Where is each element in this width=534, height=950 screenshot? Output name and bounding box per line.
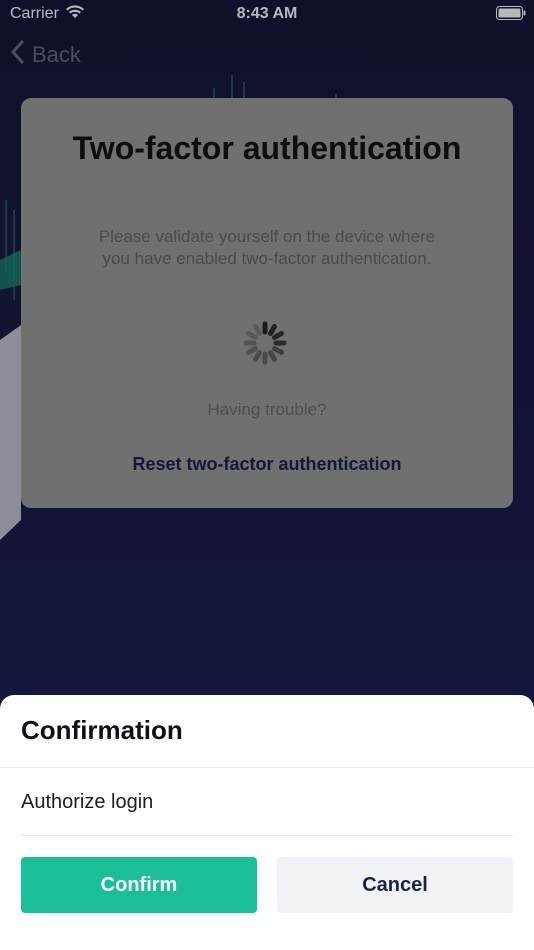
sheet-title: Confirmation xyxy=(21,715,183,745)
two-factor-card: Two-factor authentication Please validat… xyxy=(21,98,513,508)
divider xyxy=(21,835,513,836)
confirm-button[interactable]: Confirm xyxy=(21,857,257,913)
reset-two-factor-link[interactable]: Reset two-factor authentication xyxy=(21,454,513,475)
divider xyxy=(0,767,534,768)
cancel-button[interactable]: Cancel xyxy=(277,857,513,913)
two-factor-title: Two-factor authentication xyxy=(72,130,462,166)
having-trouble-text: Having trouble? xyxy=(207,400,327,419)
two-factor-description: Please validate yourself on the device w… xyxy=(98,227,436,268)
sheet-message: Authorize login xyxy=(21,791,154,813)
confirmation-sheet: Confirmation Authorize login Confirm Can… xyxy=(0,695,534,950)
loading-spinner-icon xyxy=(242,320,288,371)
